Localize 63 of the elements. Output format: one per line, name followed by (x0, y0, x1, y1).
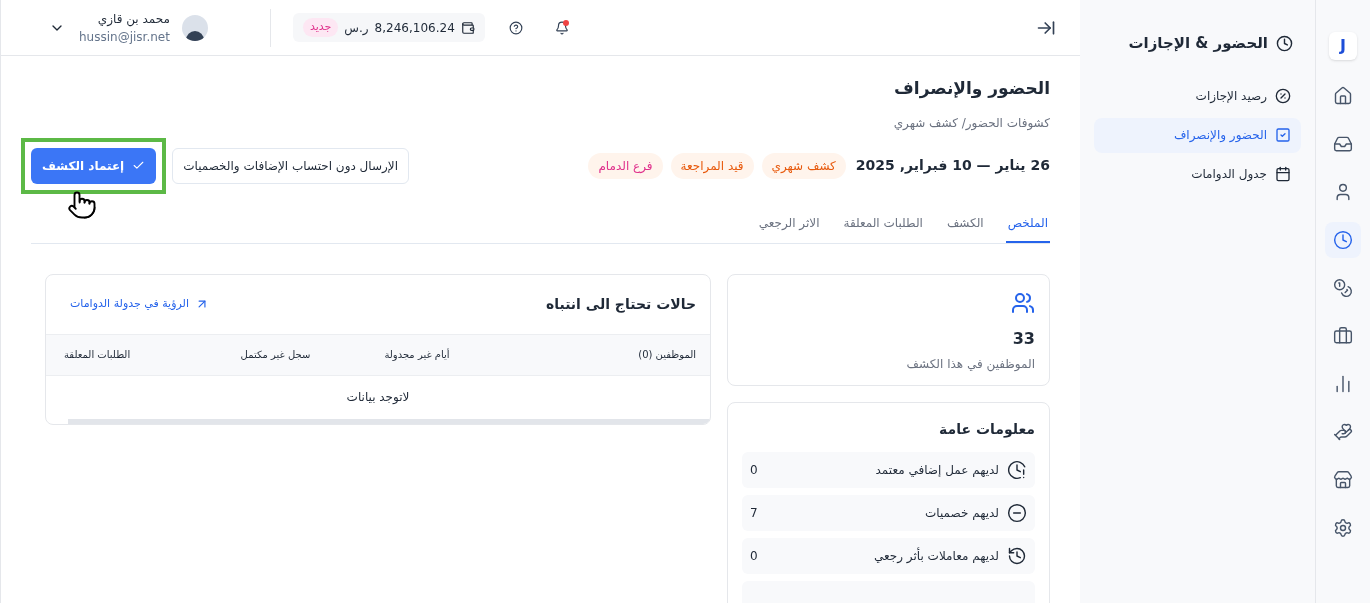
check-icon (132, 159, 146, 172)
person-icon (1333, 182, 1353, 202)
clock-icon (1007, 459, 1027, 480)
home-icon (1333, 86, 1353, 106)
column-header: أيام غير مجدولة (383, 347, 450, 362)
rail-button[interactable] (1325, 222, 1361, 258)
check-square-icon (1275, 127, 1291, 143)
coins-icon (1333, 278, 1353, 298)
percent-icon (1275, 88, 1291, 104)
new-badge: جديد (302, 18, 339, 37)
user-name: محمد بن قازي (97, 10, 170, 28)
column-header: سجل غير مكتمل (239, 348, 311, 362)
history-icon (1007, 545, 1027, 566)
minus-circle-icon (1007, 502, 1027, 523)
clock-icon (1276, 34, 1293, 52)
view-schedule-link[interactable]: الرؤية في جدولة الدوامات (70, 295, 209, 313)
help-icon[interactable] (508, 20, 523, 35)
hand-cursor-icon (67, 189, 97, 220)
people-icon (1011, 290, 1035, 315)
page-title: الحضور والإنصراف (893, 77, 1050, 101)
card-title: معلومات عامة (938, 419, 1035, 440)
settings-icon (1333, 518, 1353, 538)
info-label: لديهم خصميات (925, 504, 999, 522)
sidebar-title: الحضور & الإجازات (1128, 33, 1268, 54)
sidebar-item[interactable]: الحضور والإنصراف (1094, 117, 1301, 153)
info-label: لديهم معاملات بأثر رجعي (874, 546, 999, 565)
tab[interactable]: الكشف (944, 204, 986, 243)
wallet-icon (460, 20, 475, 35)
empty-message: لاتوجد بيانات (345, 389, 411, 406)
sidebar-item[interactable]: جدول الدوامات (1094, 156, 1301, 192)
breadcrumb: كشوفات الحضور/ كشف شهري (892, 114, 1050, 132)
bell-icon[interactable] (554, 20, 569, 35)
hand-heart-icon (1333, 422, 1353, 442)
tab[interactable]: الملخص (1005, 204, 1050, 243)
info-value: 0 (750, 461, 758, 479)
status-tag: قيد المراجعة (670, 152, 754, 179)
bar-chart-icon (1333, 374, 1353, 394)
employee-count-label: الموظفين في هذا الكشف (906, 355, 1035, 373)
column-header: الطلبات المعلقة (64, 348, 132, 362)
sidebar-item[interactable]: رصيد الإجازات (1094, 78, 1301, 114)
status-tag: كشف شهري (761, 152, 846, 179)
status-tag: فرع الدمام (588, 152, 663, 179)
inbox-icon (1333, 134, 1353, 154)
tab[interactable]: الطلبات المعلقة (841, 204, 925, 243)
approve-button[interactable]: إعتماد الكشف (31, 147, 157, 184)
info-value: 7 (750, 504, 758, 522)
column-header: الموظفين (0) (637, 348, 696, 362)
clock-icon (1333, 230, 1353, 250)
info-value: 0 (750, 547, 758, 565)
balance-amount: 8,246,106.24 (374, 19, 455, 37)
user-email: hussin@jisr.net (79, 28, 170, 46)
tab[interactable]: الاثر الرجعي (756, 204, 822, 243)
calendar-icon (1275, 166, 1291, 182)
avatar[interactable] (181, 14, 208, 41)
info-label: لديهم عمل إضافي معتمد (875, 461, 999, 479)
briefcase-icon (1333, 326, 1353, 346)
card-title: حالات تحتاج الى انتباه (545, 294, 696, 315)
store-icon (1333, 470, 1353, 490)
app-logo[interactable]: J (1329, 32, 1357, 60)
employee-count: 33 (1012, 327, 1035, 350)
currency-label: ر.س (344, 19, 369, 37)
period-range: 26 يناير — 10 فبراير, 2025 (855, 156, 1050, 176)
send-without-adjustments-button[interactable]: الإرسال دون احتساب الإضافات والخصميات (172, 147, 409, 184)
